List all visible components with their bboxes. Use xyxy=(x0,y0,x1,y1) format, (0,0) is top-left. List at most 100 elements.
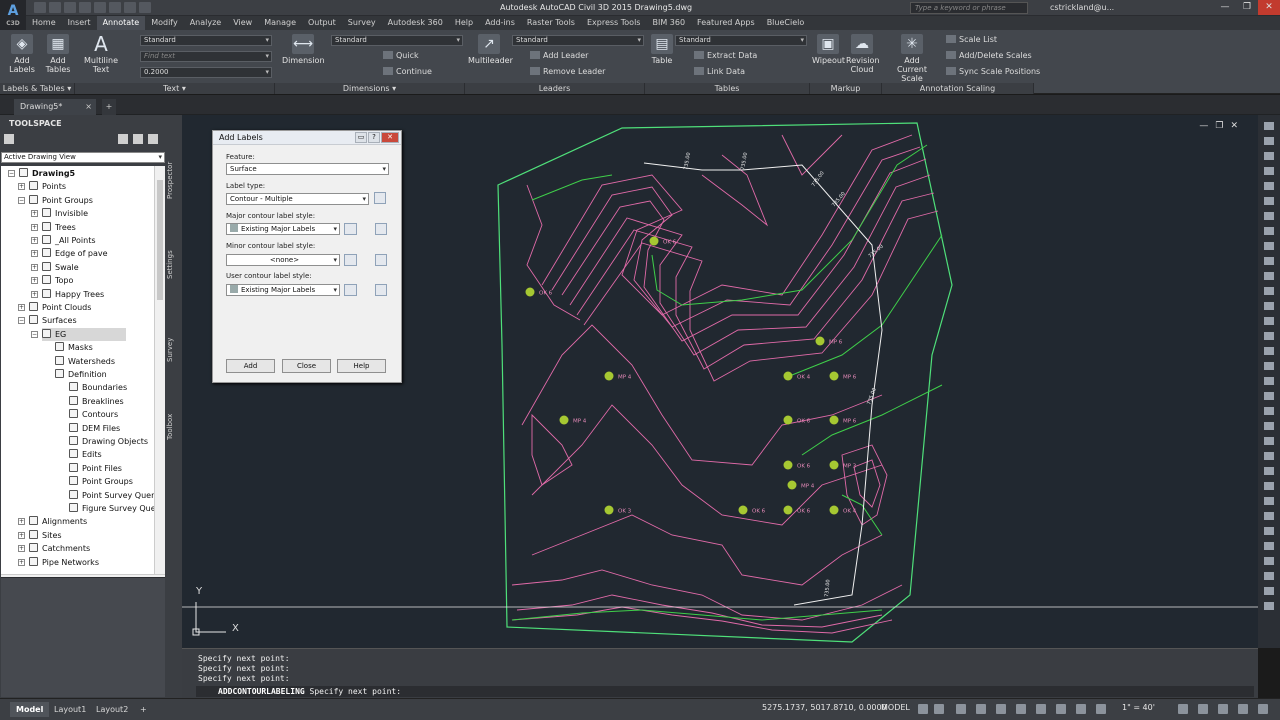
expand-toggle-icon[interactable]: − xyxy=(31,330,38,338)
nav-tool-icon[interactable] xyxy=(1264,242,1274,250)
text-height-select[interactable]: 0.2000 xyxy=(140,67,272,78)
tree-node[interactable]: Point Survey Quer... xyxy=(69,489,161,502)
panel-markup[interactable]: Markup xyxy=(810,83,882,94)
cogo-point-marker[interactable] xyxy=(738,505,748,515)
nav-tool-icon[interactable] xyxy=(1264,437,1274,445)
nav-tool-icon[interactable] xyxy=(1264,542,1274,550)
add-current-scale-button[interactable]: ✳ Add Current Scale xyxy=(888,34,936,83)
application-menu-button[interactable]: A C3D xyxy=(0,0,26,30)
transparency-toggle-icon[interactable] xyxy=(1056,704,1066,714)
expand-toggle-icon[interactable]: − xyxy=(18,317,25,325)
panel-labels-tables[interactable]: Labels & Tables ▾ xyxy=(0,83,75,94)
minor-style-edit-icon[interactable] xyxy=(344,254,357,266)
expand-toggle-icon[interactable]: + xyxy=(31,277,38,285)
tree-node[interactable]: + Happy Trees xyxy=(31,288,104,301)
tree-node[interactable]: + Point Clouds xyxy=(18,301,91,314)
nav-tool-icon[interactable] xyxy=(1264,602,1274,610)
tab-express-tools[interactable]: Express Tools xyxy=(581,16,647,30)
nav-tool-icon[interactable] xyxy=(1264,572,1274,580)
link-data-button[interactable]: Link Data xyxy=(694,67,745,77)
nav-tool-icon[interactable] xyxy=(1264,302,1274,310)
annotation-scale[interactable]: 1" = 40' xyxy=(1122,703,1155,712)
command-input[interactable]: ADDCONTOURLABELING Specify next point: xyxy=(196,686,1254,697)
cogo-point-marker[interactable] xyxy=(604,371,614,381)
expand-toggle-icon[interactable]: + xyxy=(31,223,38,231)
user-style-edit-icon[interactable] xyxy=(344,284,357,296)
tab-featured-apps[interactable]: Featured Apps xyxy=(691,16,761,30)
expand-toggle-icon[interactable]: + xyxy=(18,545,25,553)
tab-view[interactable]: View xyxy=(227,16,258,30)
close-button[interactable]: ✕ xyxy=(1258,0,1280,15)
nav-tool-icon[interactable] xyxy=(1264,482,1274,490)
dim-style-select[interactable]: Standard xyxy=(331,35,463,46)
tree-node[interactable]: Masks xyxy=(55,341,93,354)
tab-analyze[interactable]: Analyze xyxy=(184,16,228,30)
dialog-title-bar[interactable]: Add Labels ▭ ? ✕ xyxy=(213,131,401,145)
tab-raster-tools[interactable]: Raster Tools xyxy=(521,16,581,30)
table-style-select[interactable]: Standard xyxy=(675,35,807,46)
nav-tool-icon[interactable] xyxy=(1264,197,1274,205)
extract-data-button[interactable]: Extract Data xyxy=(694,51,757,61)
add-labels-button[interactable]: ◈ Add Labels xyxy=(6,34,38,74)
nav-tool-icon[interactable] xyxy=(1264,452,1274,460)
osnap-toggle-icon[interactable] xyxy=(996,704,1006,714)
tab-layout2[interactable]: Layout2 xyxy=(90,702,134,717)
cogo-point-marker[interactable] xyxy=(783,415,793,425)
quick-dim-button[interactable]: Quick xyxy=(383,51,419,61)
cogo-point-marker[interactable] xyxy=(787,480,797,490)
cogo-point-marker[interactable] xyxy=(829,415,839,425)
tree-node[interactable]: DEM Files xyxy=(69,422,120,435)
feature-select[interactable]: Surface xyxy=(226,163,389,175)
dialog-collapse-button[interactable]: ▭ xyxy=(355,132,367,143)
major-style-preview-icon[interactable] xyxy=(375,223,387,235)
drawing-view-select[interactable]: Active Drawing View xyxy=(1,152,165,163)
cogo-point-marker[interactable] xyxy=(829,505,839,515)
tree-node[interactable]: Contours xyxy=(69,408,118,421)
tree-node[interactable]: + Edge of pave xyxy=(31,247,108,260)
add-delete-scales-button[interactable]: Add/Delete Scales xyxy=(946,51,1032,61)
tree-node[interactable]: − Surfaces xyxy=(18,314,77,327)
dimension-button[interactable]: ⟷ Dimension xyxy=(282,34,325,65)
expand-toggle-icon[interactable]: + xyxy=(31,210,38,218)
help-button[interactable]: Help xyxy=(337,359,386,373)
cogo-point-marker[interactable] xyxy=(604,505,614,515)
tree-node[interactable]: + Pipe Networks xyxy=(18,556,99,569)
tree-scrollbar[interactable] xyxy=(154,166,165,574)
tree-node[interactable]: + Trees xyxy=(31,221,76,234)
add-button[interactable]: Add xyxy=(226,359,275,373)
user-account[interactable]: cstrickland@u... xyxy=(1050,3,1114,12)
continue-dim-button[interactable]: Continue xyxy=(383,67,432,77)
tree-node[interactable]: + Points xyxy=(18,180,66,193)
nav-tool-icon[interactable] xyxy=(1264,512,1274,520)
tab-layout1[interactable]: Layout1 xyxy=(48,702,92,717)
remove-leader-button[interactable]: Remove Leader xyxy=(530,67,605,77)
isolate-objects-icon[interactable] xyxy=(1218,704,1228,714)
major-style-edit-icon[interactable] xyxy=(344,223,357,235)
cogo-point-marker[interactable] xyxy=(559,415,569,425)
open-icon[interactable] xyxy=(49,2,61,13)
minimize-button[interactable]: — xyxy=(1214,0,1236,15)
nav-tool-icon[interactable] xyxy=(1264,137,1274,145)
new-tab-button[interactable]: + xyxy=(102,99,116,115)
tree-node[interactable]: Definition xyxy=(55,368,107,381)
tree-node[interactable]: − Point Groups xyxy=(18,194,93,207)
tab-autodesk-360[interactable]: Autodesk 360 xyxy=(382,16,449,30)
viewport-restore-button[interactable]: ❐ xyxy=(1215,121,1223,131)
autoscale-icon[interactable] xyxy=(1096,704,1106,714)
tab-modify[interactable]: Modify xyxy=(145,16,184,30)
close-dialog-button[interactable]: Close xyxy=(282,359,331,373)
help-icon[interactable] xyxy=(148,134,158,144)
expand-toggle-icon[interactable]: + xyxy=(18,518,25,526)
tree-node[interactable]: + Alignments xyxy=(18,515,87,528)
nav-tool-icon[interactable] xyxy=(1264,317,1274,325)
tab-model[interactable]: Model xyxy=(10,702,50,717)
nav-tool-icon[interactable] xyxy=(1264,122,1274,130)
snap-toggle-icon[interactable] xyxy=(934,704,944,714)
tab-survey-side[interactable]: Survey xyxy=(166,320,180,380)
save-icon[interactable] xyxy=(64,2,76,13)
tree-node[interactable]: Point Files xyxy=(69,462,122,475)
revision-cloud-button[interactable]: ☁ Revision Cloud xyxy=(846,34,879,74)
tab-survey[interactable]: Survey xyxy=(342,16,382,30)
workspace-switch-icon[interactable] xyxy=(1178,704,1188,714)
file-tab-drawing5[interactable]: Drawing5* × xyxy=(14,99,96,115)
